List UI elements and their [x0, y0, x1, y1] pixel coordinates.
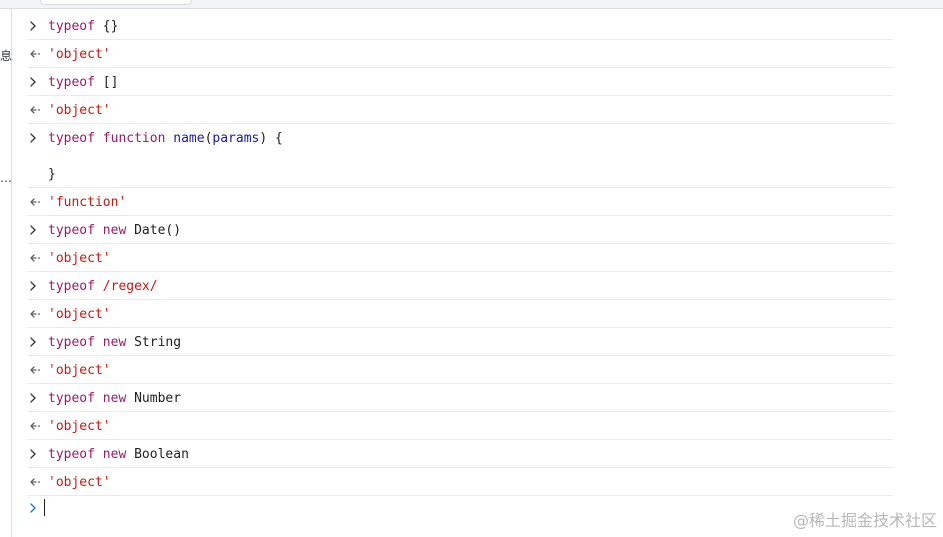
code-closing-brace: }	[48, 167, 56, 182]
string-literal: 'object'	[48, 307, 111, 322]
console-input-row[interactable]: typeof {}	[28, 12, 893, 40]
top-toolbar-strip	[0, 0, 943, 9]
chevron-right-icon	[28, 75, 44, 89]
code-token-kw: typeof	[48, 223, 95, 238]
console-output-value: 'object'	[48, 103, 111, 119]
console-input-row[interactable]: typeof []	[28, 68, 893, 96]
string-literal: 'object'	[48, 419, 111, 434]
chevron-right-icon	[28, 447, 44, 461]
sidebar-fragment-ellipsis: …	[0, 171, 12, 185]
console-input-row[interactable]: typeof function name(params) {}	[28, 124, 893, 188]
string-literal: 'object'	[48, 251, 111, 266]
console-input-row[interactable]: typeof new Number	[28, 384, 893, 412]
code-token-kw: typeof	[48, 335, 95, 350]
watermark: @稀土掘金技术社区	[792, 511, 937, 530]
console-input-row[interactable]: typeof new String	[28, 328, 893, 356]
code-token-plain: Boolean	[126, 447, 189, 462]
code-token-fn: name	[173, 131, 205, 146]
chevron-right-icon	[28, 131, 44, 145]
return-arrow-icon	[28, 103, 44, 117]
chevron-right-icon	[28, 19, 44, 33]
code-token-re: /regex/	[102, 279, 158, 294]
prompt-chevron-icon	[28, 501, 44, 515]
return-arrow-icon	[28, 307, 44, 321]
return-arrow-icon	[28, 363, 44, 377]
console-input-row[interactable]: typeof new Date()	[28, 216, 893, 244]
code-token-kw: typeof	[48, 19, 95, 34]
return-arrow-icon	[28, 195, 44, 209]
return-arrow-icon	[28, 419, 44, 433]
string-literal: 'object'	[48, 103, 111, 118]
code-token-kw: typeof	[48, 279, 95, 294]
code-token-plain: String	[126, 335, 182, 350]
sidebar-fragment-text: 息	[0, 49, 13, 63]
console-output-row[interactable]: 'object'	[28, 244, 893, 272]
code-token-kw: typeof	[48, 391, 95, 406]
console-log: typeof {} 'object' typeof [] 'object' typeof…	[28, 12, 893, 524]
console-output-row[interactable]: 'object'	[28, 356, 893, 384]
chevron-right-icon	[28, 335, 44, 349]
string-literal: 'object'	[48, 363, 111, 378]
string-literal: 'object'	[48, 475, 111, 490]
return-arrow-icon	[28, 475, 44, 489]
code-token-plain: {}	[94, 19, 119, 34]
string-literal: 'function'	[48, 195, 127, 210]
console-input-code: typeof new Boolean	[48, 447, 189, 463]
code-token-plain: ) {	[259, 131, 283, 146]
console-input-code: typeof new Date()	[48, 223, 181, 239]
console-prompt[interactable]	[28, 496, 893, 524]
console-input-code: typeof []	[48, 75, 118, 91]
return-arrow-icon	[28, 47, 44, 61]
console-output-row[interactable]: 'function'	[28, 188, 893, 216]
console-output-value: 'function'	[48, 195, 126, 211]
console-input-code: typeof /regex/	[48, 279, 158, 295]
console-output-row[interactable]: 'object'	[28, 412, 893, 440]
code-token-plain: Number	[126, 391, 182, 406]
console-input-row[interactable]: typeof /regex/	[28, 272, 893, 300]
code-token-kw: typeof	[48, 131, 95, 146]
chevron-right-icon	[28, 279, 44, 293]
return-arrow-icon	[28, 251, 44, 265]
console-output-value: 'object'	[48, 363, 111, 379]
code-token-kw: new	[102, 223, 127, 238]
code-token-kw: typeof	[48, 75, 95, 90]
console-input-code: typeof function name(params) {}	[48, 131, 283, 183]
console-output-row[interactable]: 'object'	[28, 300, 893, 328]
text-caret	[44, 499, 45, 516]
code-token-kw: function	[102, 131, 166, 146]
console-output-row[interactable]: 'object'	[28, 468, 893, 496]
code-token-kw: typeof	[48, 447, 95, 462]
chevron-right-icon	[28, 391, 44, 405]
console-input-code: typeof new String	[48, 335, 181, 351]
chevron-right-icon	[28, 223, 44, 237]
code-token-fn: params	[212, 131, 260, 146]
code-token-plain: Date()	[126, 223, 182, 238]
console-output-value: 'object'	[48, 475, 111, 491]
console-output-value: 'object'	[48, 251, 111, 267]
code-token-plain: []	[94, 75, 119, 90]
code-token-kw: new	[102, 447, 127, 462]
left-sidebar-edge: 息 …	[0, 9, 12, 537]
top-tab[interactable]	[40, 0, 192, 5]
console-input-code: typeof {}	[48, 19, 118, 35]
code-token-kw: new	[102, 335, 127, 350]
console-input-code: typeof new Number	[48, 391, 181, 407]
console-output-value: 'object'	[48, 47, 111, 63]
string-literal: 'object'	[48, 47, 111, 62]
console-output-value: 'object'	[48, 419, 111, 435]
console-output-row[interactable]: 'object'	[28, 96, 893, 124]
console-output-value: 'object'	[48, 307, 111, 323]
console-input-row[interactable]: typeof new Boolean	[28, 440, 893, 468]
console-output-row[interactable]: 'object'	[28, 40, 893, 68]
code-token-kw: new	[102, 391, 127, 406]
